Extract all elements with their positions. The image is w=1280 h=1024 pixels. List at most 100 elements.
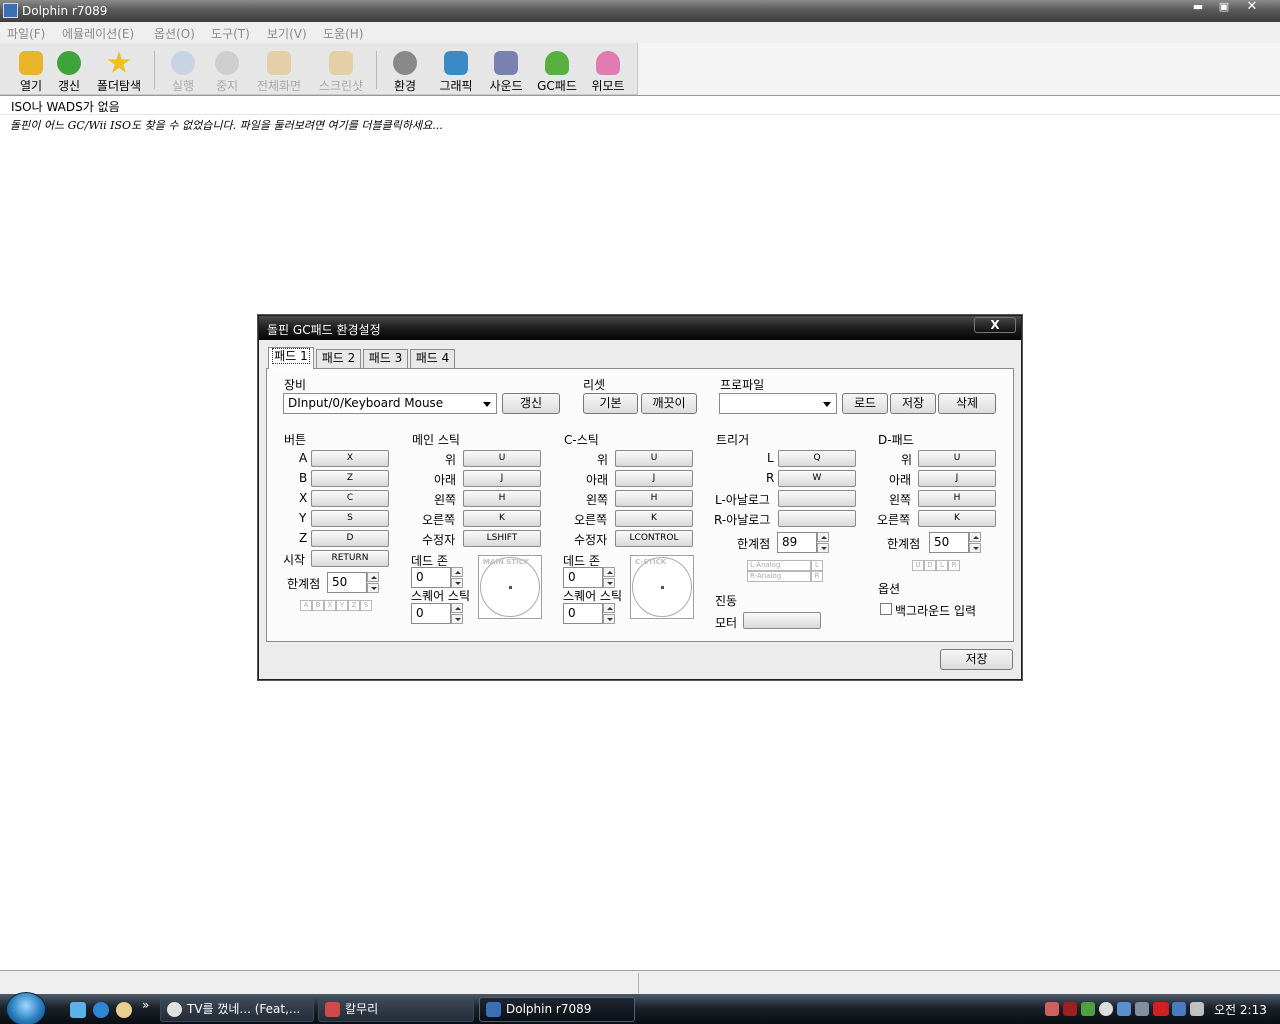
browse-button[interactable]: 폴더탐색 — [92, 43, 146, 95]
profile-save-button[interactable]: 저장 — [890, 393, 936, 414]
button-b-binding[interactable]: Z — [311, 470, 389, 487]
config-button[interactable]: 환경 — [388, 43, 422, 95]
show-desktop-icon[interactable] — [70, 1002, 86, 1018]
play-button[interactable]: 실행 — [166, 43, 200, 95]
trigger-l-analog-binding[interactable] — [778, 490, 856, 507]
triggers-threshold-input[interactable]: 89 — [777, 532, 817, 553]
tab-pad-2[interactable]: 패드 2 — [316, 349, 361, 368]
dialog-close-button[interactable]: X — [974, 317, 1016, 333]
game-list-message[interactable]: 돌핀이 어느 GC/Wii ISO도 찾을 수 없었습니다. 파일을 둘러보려면… — [10, 117, 443, 133]
main-stick-square-input[interactable]: 0 — [411, 603, 451, 624]
c-stick-deadzone-input[interactable]: 0 — [563, 567, 603, 588]
c-stick-deadzone-spinner[interactable] — [603, 567, 615, 588]
start-button[interactable] — [6, 992, 46, 1024]
fullscreen-icon — [267, 51, 291, 75]
main-stick-up-binding[interactable]: U — [463, 450, 541, 467]
c-stick-square-spinner[interactable] — [603, 603, 615, 624]
button-z-binding[interactable]: D — [311, 530, 389, 547]
motor-binding[interactable] — [743, 612, 821, 629]
dpad-left-binding[interactable]: H — [918, 490, 996, 507]
main-stick-square-spinner[interactable] — [451, 603, 463, 624]
tray-icon[interactable] — [1099, 1002, 1113, 1016]
profile-select[interactable] — [719, 393, 837, 414]
dpad-right-binding[interactable]: K — [918, 510, 996, 527]
game-list-header[interactable]: ISO나 WADS가 없음 — [0, 95, 1280, 115]
clock[interactable]: 오전 2:13 — [1214, 1001, 1267, 1018]
trigger-l-binding[interactable]: Q — [778, 450, 856, 467]
trigger-r-analog-binding[interactable] — [778, 510, 856, 527]
background-input-checkbox[interactable] — [880, 603, 892, 615]
dpad-threshold-input[interactable]: 50 — [929, 532, 969, 553]
button-b-label: B — [299, 471, 308, 485]
tray-icon[interactable] — [1172, 1002, 1186, 1016]
dpad-up-binding[interactable]: U — [918, 450, 996, 467]
main-stick-deadzone-spinner[interactable] — [451, 567, 463, 588]
main-stick-right-binding[interactable]: K — [463, 510, 541, 527]
c-stick-modifier-binding[interactable]: LCONTROL — [615, 530, 693, 547]
close-button[interactable]: ✕ — [1240, 0, 1264, 15]
buttons-threshold-spinner[interactable] — [367, 572, 379, 593]
task-dolphin[interactable]: Dolphin r7089 — [479, 997, 635, 1022]
maximize-button[interactable]: ▣ — [1212, 0, 1236, 15]
quicklaunch-more-icon[interactable]: » — [142, 998, 149, 1012]
background-input-label[interactable]: 백그라운드 입력 — [895, 602, 976, 619]
button-x-binding[interactable]: C — [311, 490, 389, 507]
tray-icon[interactable] — [1063, 1002, 1077, 1016]
main-stick-left-binding[interactable]: H — [463, 490, 541, 507]
c-stick-right-binding[interactable]: K — [615, 510, 693, 527]
reset-default-button[interactable]: 기본 — [583, 393, 638, 414]
device-select[interactable]: DInput/0/Keyboard Mouse — [283, 393, 497, 414]
main-stick-deadzone-input[interactable]: 0 — [411, 567, 451, 588]
dpad-down-binding[interactable]: J — [918, 470, 996, 487]
profile-load-button[interactable]: 로드 — [842, 393, 888, 414]
volume-icon[interactable] — [1190, 1002, 1204, 1016]
tab-pad-4[interactable]: 패드 4 — [410, 349, 455, 368]
network-icon[interactable] — [1117, 1002, 1131, 1016]
c-stick-up-binding[interactable]: U — [615, 450, 693, 467]
main-stick-modifier-binding[interactable]: LSHIFT — [463, 530, 541, 547]
menu-help[interactable]: 도움(H) — [323, 25, 363, 42]
menu-view[interactable]: 보기(V) — [267, 25, 307, 42]
c-stick-left-binding[interactable]: H — [615, 490, 693, 507]
task-tv[interactable]: TV를 껐네... (Feat,... — [160, 997, 314, 1022]
menu-options[interactable]: 옵션(O) — [154, 25, 195, 42]
buttons-threshold-input[interactable]: 50 — [327, 572, 367, 593]
toolbar-background — [638, 43, 1280, 95]
button-start-binding[interactable]: RETURN — [311, 550, 389, 567]
button-a-binding[interactable]: X — [311, 450, 389, 467]
sound-button[interactable]: 사운드 — [486, 43, 526, 95]
open-button[interactable]: 열기 — [14, 43, 48, 95]
menu-tools[interactable]: 도구(T) — [211, 25, 250, 42]
minimize-button[interactable]: ▬ — [1186, 0, 1210, 15]
wiimote-button[interactable]: 위모트 — [588, 43, 628, 95]
save-button[interactable]: 저장 — [940, 649, 1013, 670]
internet-explorer-icon[interactable] — [93, 1002, 109, 1018]
stop-button[interactable]: 중지 — [210, 43, 244, 95]
trigger-r-binding[interactable]: W — [778, 470, 856, 487]
triggers-threshold-spinner[interactable] — [817, 532, 829, 553]
tab-pad-3[interactable]: 패드 3 — [363, 349, 408, 368]
graphics-button[interactable]: 그래픽 — [436, 43, 476, 95]
reset-clear-button[interactable]: 깨끗이 — [641, 393, 697, 414]
dpad-threshold-spinner[interactable] — [969, 532, 981, 553]
task-kalmuri[interactable]: 칼무리 — [318, 997, 474, 1022]
tray-icon[interactable] — [1081, 1002, 1095, 1016]
device-refresh-button[interactable]: 갱신 — [502, 393, 560, 414]
main-stick-down-binding[interactable]: J — [463, 470, 541, 487]
messenger-icon[interactable] — [116, 1002, 132, 1018]
c-stick-square-input[interactable]: 0 — [563, 603, 603, 624]
refresh-button[interactable]: 갱신 — [52, 43, 86, 95]
tab-pad-1[interactable]: 패드 1 — [268, 347, 314, 369]
c-stick-down-binding[interactable]: J — [615, 470, 693, 487]
gcpad-button[interactable]: GC패드 — [536, 43, 578, 95]
tray-icon[interactable] — [1135, 1002, 1149, 1016]
button-y-binding[interactable]: S — [311, 510, 389, 527]
indicator-z: Z — [348, 600, 360, 611]
menu-file[interactable]: 파일(F) — [7, 25, 45, 42]
screenshot-button[interactable]: 스크린샷 — [314, 43, 368, 95]
profile-delete-button[interactable]: 삭제 — [938, 393, 996, 414]
ati-icon[interactable] — [1153, 1002, 1169, 1016]
tray-icon[interactable] — [1045, 1002, 1059, 1016]
menu-emulation[interactable]: 에뮬레이션(E) — [62, 25, 134, 42]
fullscreen-button[interactable]: 전체화면 — [252, 43, 306, 95]
